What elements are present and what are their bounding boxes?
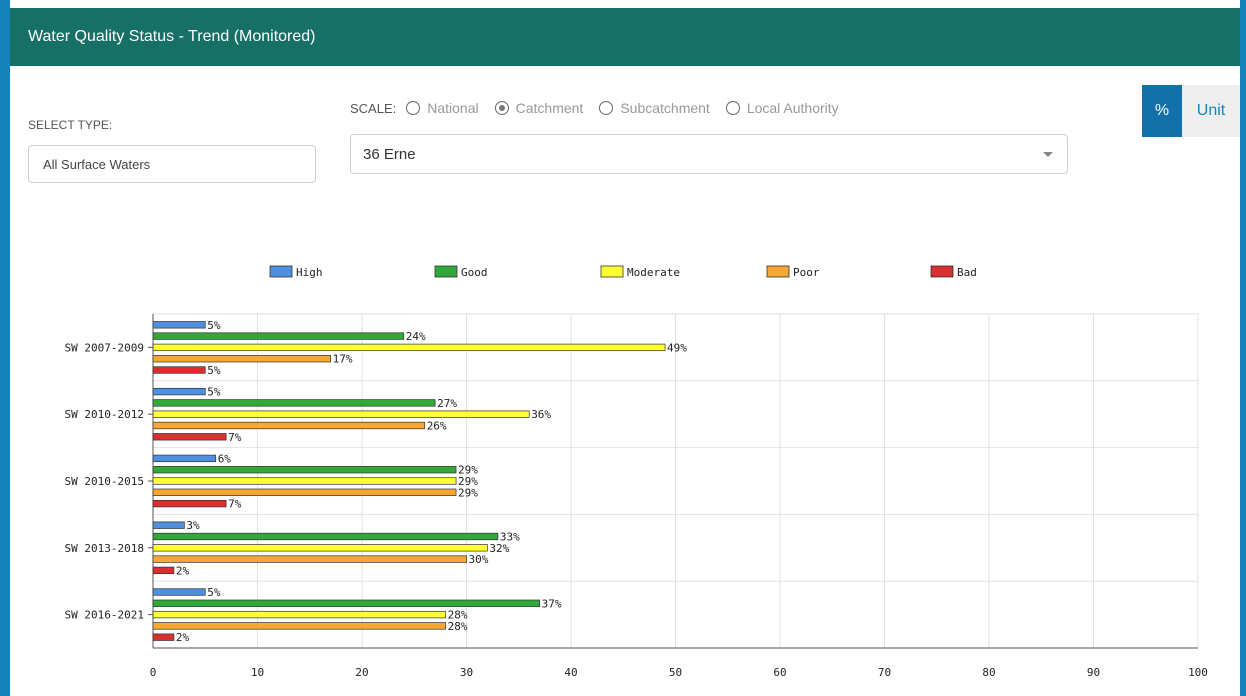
scale-selector: SCALE: National Catchment Subcatchment L… bbox=[350, 100, 855, 116]
select-type-label: SELECT TYPE: bbox=[28, 118, 113, 132]
panel-title: Water Quality Status - Trend (Monitored) bbox=[28, 28, 316, 45]
scale-label: SCALE: bbox=[350, 100, 397, 116]
scale-option-label: Local Authority bbox=[746, 100, 839, 116]
type-select-value: All Surface Waters bbox=[43, 157, 151, 172]
scale-option-label: Subcatchment bbox=[620, 100, 710, 116]
scale-option-label: National bbox=[427, 100, 479, 116]
scale-option-label: Catchment bbox=[515, 100, 584, 116]
chevron-down-icon bbox=[1043, 152, 1053, 157]
radio-icon[interactable] bbox=[406, 101, 421, 115]
page-edge bbox=[1240, 0, 1246, 696]
radio-icon[interactable] bbox=[599, 101, 614, 115]
scale-option-catchment[interactable]: Catchment bbox=[494, 100, 584, 116]
scale-option-local-authority[interactable]: Local Authority bbox=[725, 100, 839, 116]
type-select[interactable]: All Surface Waters bbox=[28, 145, 316, 183]
panel-header: Water Quality Status - Trend (Monitored) bbox=[10, 8, 1240, 66]
catchment-select-value: 36 Erne bbox=[363, 146, 416, 163]
radio-icon[interactable] bbox=[725, 101, 740, 115]
percent-button[interactable]: % bbox=[1142, 85, 1182, 137]
scale-option-national[interactable]: National bbox=[406, 100, 479, 116]
scale-option-subcatchment[interactable]: Subcatchment bbox=[599, 100, 710, 116]
catchment-select[interactable]: 36 Erne bbox=[350, 134, 1068, 174]
unit-toggle: % Unit bbox=[1142, 85, 1240, 137]
unit-button[interactable]: Unit bbox=[1182, 85, 1240, 137]
radio-selected-icon[interactable] bbox=[494, 101, 509, 115]
